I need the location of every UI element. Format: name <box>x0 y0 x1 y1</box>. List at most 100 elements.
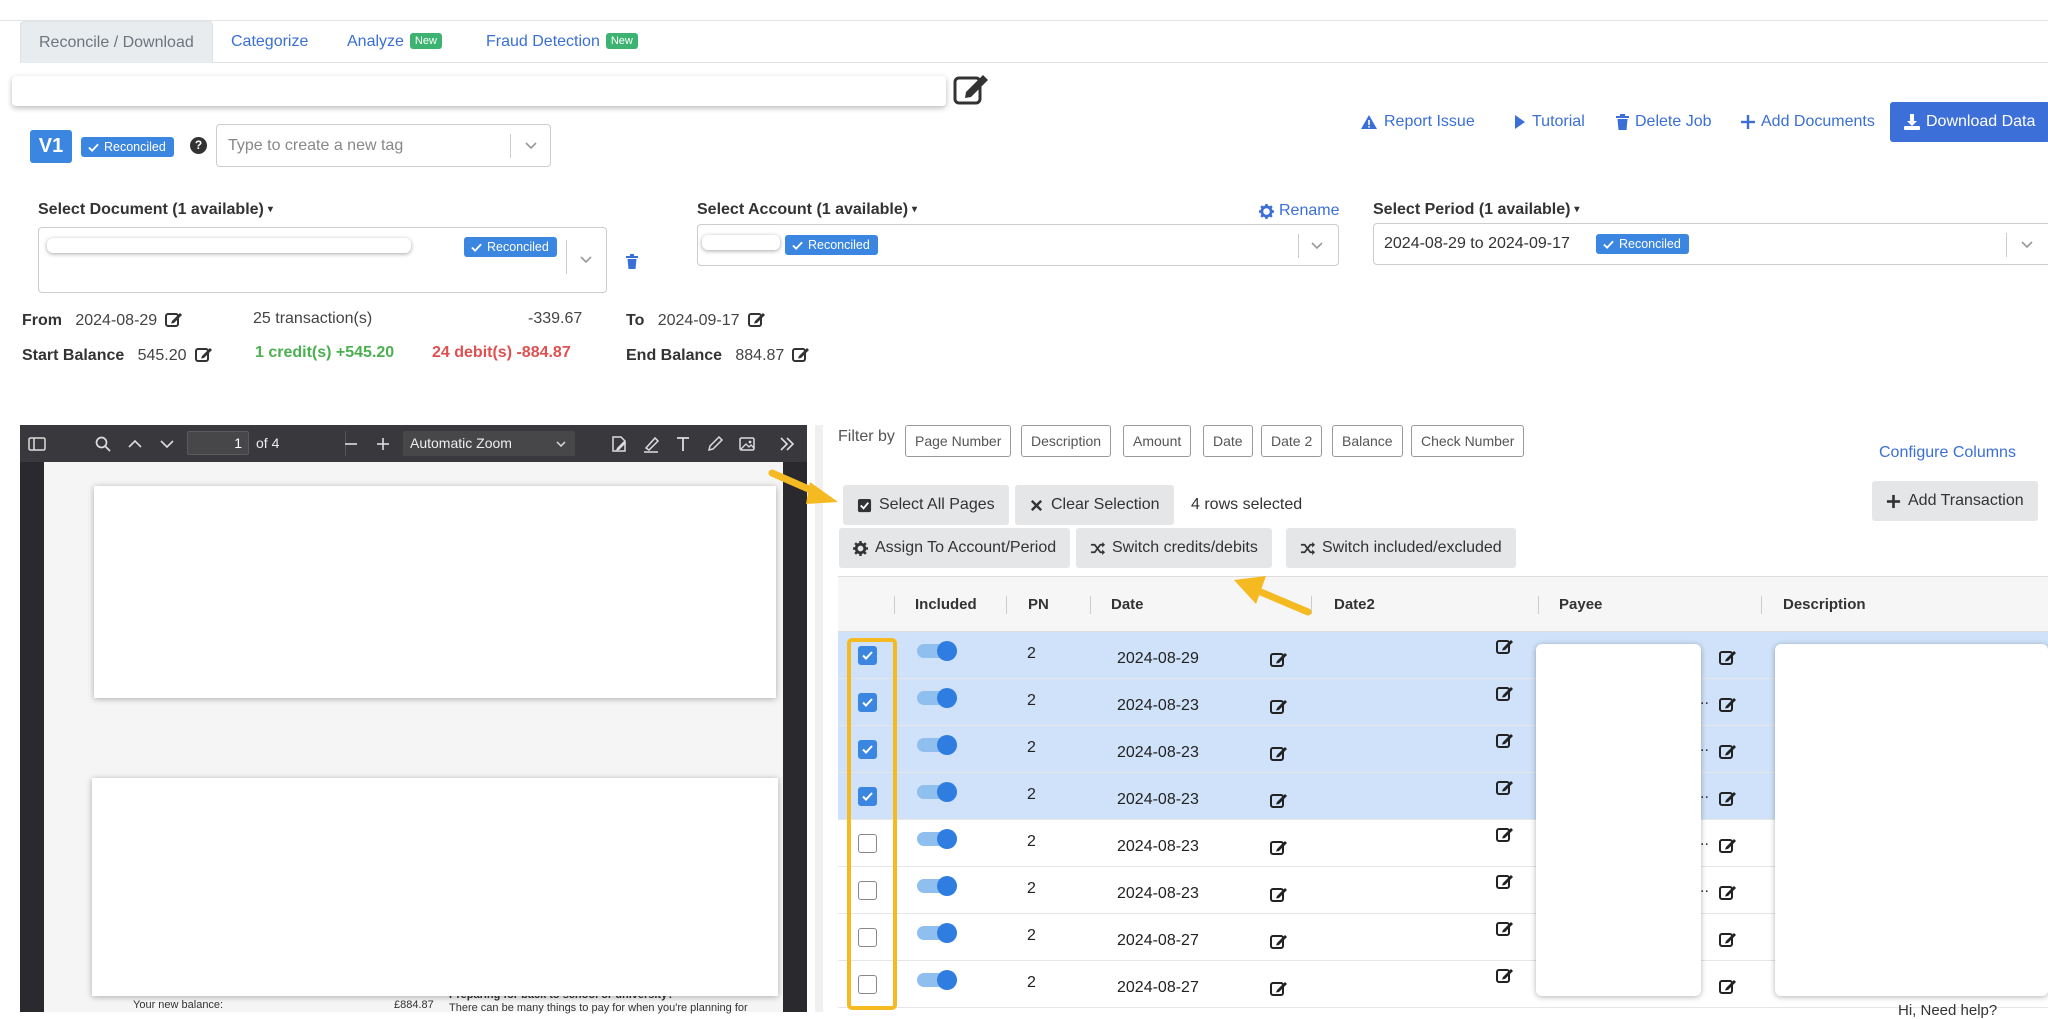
edit-payee-icon[interactable] <box>1719 977 1737 995</box>
double-chevron-right-icon[interactable] <box>778 435 796 453</box>
edit-date2-icon[interactable] <box>1496 919 1514 937</box>
tab-categorize[interactable]: Categorize <box>213 21 326 63</box>
text-tool-icon[interactable] <box>674 435 692 453</box>
edit-icon[interactable] <box>747 310 766 328</box>
edit-payee-icon[interactable] <box>1719 742 1737 760</box>
edit-payee-icon[interactable] <box>1719 883 1737 901</box>
sidebar-toggle-icon[interactable] <box>28 435 46 453</box>
filter-check-number[interactable]: Check Number <box>1411 425 1525 457</box>
period-select[interactable]: 2024-08-29 to 2024-09-17 Reconciled <box>1373 223 2048 265</box>
help-icon[interactable]: ? <box>190 137 207 154</box>
edit-date-icon[interactable] <box>1270 650 1288 668</box>
account-select[interactable]: Reconciled <box>697 224 1339 266</box>
switch-credits-debits-button[interactable]: Switch credits/debits <box>1076 528 1272 568</box>
filter-page-number[interactable]: Page Number <box>905 425 1012 457</box>
included-toggle[interactable] <box>917 688 957 708</box>
edit-date-icon[interactable] <box>1270 885 1288 903</box>
edit-date-icon[interactable] <box>1270 932 1288 950</box>
edit-date-icon[interactable] <box>1270 838 1288 856</box>
highlight-icon[interactable] <box>642 435 660 453</box>
edit-payee-icon[interactable] <box>1719 836 1737 854</box>
configure-columns-link[interactable]: Configure Columns <box>1879 444 2016 462</box>
filter-description[interactable]: Description <box>1021 425 1112 457</box>
edit-date2-icon[interactable] <box>1496 825 1514 843</box>
assign-account-period-button[interactable]: Assign To Account/Period <box>839 528 1071 568</box>
clear-selection-button[interactable]: Clear Selection <box>1015 485 1174 525</box>
add-documents-button[interactable]: Add Documents <box>1741 112 1875 132</box>
select-all-pages-button[interactable]: Select All Pages <box>843 485 1009 525</box>
switch-included-excluded-button[interactable]: Switch included/excluded <box>1286 528 1516 568</box>
tab-fraud-detection[interactable]: Fraud Detection New <box>468 21 656 63</box>
column-pn[interactable]: PN <box>1028 596 1049 613</box>
column-included[interactable]: Included <box>915 596 977 613</box>
column-date[interactable]: Date <box>1111 596 1144 613</box>
tab-analyze[interactable]: Analyze New <box>329 21 460 63</box>
edit-date-icon[interactable] <box>1270 697 1288 715</box>
draw-icon[interactable] <box>706 435 724 453</box>
column-date2[interactable]: Date2 <box>1334 596 1375 613</box>
filter-balance[interactable]: Balance <box>1332 425 1403 457</box>
column-description[interactable]: Description <box>1783 596 1866 613</box>
search-icon[interactable] <box>94 435 112 453</box>
edit-payee-icon[interactable] <box>1719 789 1737 807</box>
edit-icon[interactable] <box>792 345 810 363</box>
tag-input[interactable]: Type to create a new tag <box>216 124 551 167</box>
panel-resizer[interactable] <box>815 425 823 1012</box>
caret-icon[interactable]: ▾ <box>268 204 273 215</box>
edit-payee-icon[interactable] <box>1719 695 1737 713</box>
included-toggle[interactable] <box>917 829 957 849</box>
included-toggle[interactable] <box>917 876 957 896</box>
edit-icon[interactable] <box>165 310 183 328</box>
download-data-button[interactable]: Download Data <box>1890 102 2048 142</box>
delete-document-icon[interactable] <box>626 254 638 269</box>
document-select[interactable]: Reconciled <box>38 227 607 293</box>
edit-date2-icon[interactable] <box>1496 684 1514 702</box>
report-issue-button[interactable]: Report Issue <box>1360 112 1475 132</box>
chevron-down-icon[interactable] <box>2020 238 2034 252</box>
edit-date2-icon[interactable] <box>1496 966 1514 984</box>
zoom-out-icon[interactable] <box>342 435 360 453</box>
edit-payee-icon[interactable] <box>1719 930 1737 948</box>
page-number-input[interactable]: 1 <box>187 431 249 455</box>
zoom-select[interactable]: Automatic Zoom <box>403 431 575 456</box>
edit-date2-icon[interactable] <box>1496 778 1514 796</box>
edit-icon[interactable] <box>194 345 213 363</box>
edit-document-icon[interactable] <box>610 435 628 453</box>
caret-icon[interactable]: ▾ <box>1574 204 1579 215</box>
included-toggle[interactable] <box>917 735 957 755</box>
tutorial-button[interactable]: Tutorial <box>1514 112 1585 132</box>
chevron-down-icon[interactable] <box>1310 239 1324 253</box>
edit-date2-icon[interactable] <box>1496 731 1514 749</box>
delete-job-button[interactable]: Delete Job <box>1616 112 1712 132</box>
chevron-down-icon[interactable] <box>579 253 593 267</box>
column-payee[interactable]: Payee <box>1559 596 1602 613</box>
filter-amount[interactable]: Amount <box>1123 425 1192 457</box>
new-badge: New <box>605 33 638 49</box>
edit-date-icon[interactable] <box>1270 791 1288 809</box>
included-toggle[interactable] <box>917 641 957 661</box>
chat-help-text[interactable]: Hi, Need help? <box>1898 1002 1997 1019</box>
edit-payee-icon[interactable] <box>1719 648 1737 666</box>
included-toggle[interactable] <box>917 923 957 943</box>
chevron-up-icon[interactable] <box>126 435 144 453</box>
edit-date2-icon[interactable] <box>1496 872 1514 890</box>
chevron-down-icon[interactable] <box>524 139 538 153</box>
edit-date-icon[interactable] <box>1270 744 1288 762</box>
filter-date[interactable]: Date <box>1203 425 1253 457</box>
image-icon[interactable] <box>738 435 756 453</box>
pdf-page-area[interactable]: Your new balance: £884.87 Preparing for … <box>44 462 783 1014</box>
edit-icon[interactable] <box>952 70 992 106</box>
zoom-in-icon[interactable] <box>374 435 392 453</box>
job-name-field[interactable] <box>12 76 946 106</box>
edit-date-icon[interactable] <box>1270 979 1288 997</box>
add-transaction-button[interactable]: Add Transaction <box>1872 481 2038 521</box>
caret-icon[interactable]: ▾ <box>912 204 917 215</box>
chevron-down-icon[interactable] <box>158 435 176 453</box>
edit-date2-icon[interactable] <box>1496 637 1514 655</box>
included-toggle[interactable] <box>917 970 957 990</box>
rename-account-button[interactable]: Rename <box>1259 201 1339 221</box>
page-number-cell: 2 <box>1027 645 1036 662</box>
tab-reconcile-download[interactable]: Reconcile / Download <box>20 21 213 63</box>
included-toggle[interactable] <box>917 782 957 802</box>
filter-date-2[interactable]: Date 2 <box>1261 425 1323 457</box>
